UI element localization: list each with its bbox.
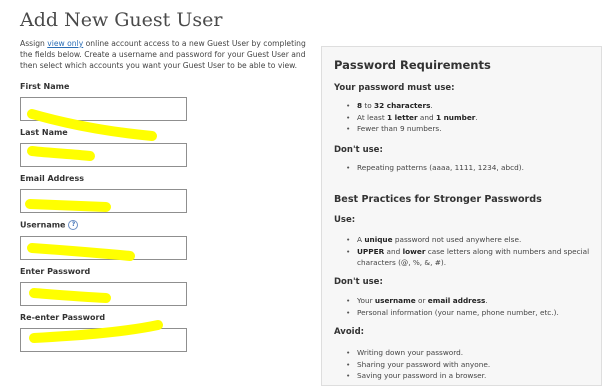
list-item: At least 1 letter and 1 number. — [346, 112, 596, 124]
username-label-text: Username — [20, 220, 66, 230]
best-use-list: A unique password not used anywhere else… — [346, 234, 596, 269]
list-item: Personal information (your name, phone n… — [346, 307, 596, 319]
list-item: Writing down your password. — [346, 347, 596, 359]
list-item: Repeating patterns (aaaa, 1111, 1234, ab… — [346, 162, 596, 174]
help-icon[interactable]: ? — [68, 220, 79, 230]
best-practices-heading: Best Practices for Stronger Passwords — [334, 194, 542, 205]
enter-password-input[interactable] — [20, 282, 187, 306]
avoid-list: Writing down your password. Sharing your… — [346, 347, 596, 382]
best-use-heading: Use: — [334, 215, 356, 225]
email-address-label: Email Address — [20, 174, 85, 183]
list-item: Your username or email address. — [346, 295, 596, 307]
intro-text: Assign view only online account access t… — [20, 39, 316, 71]
last-name-input[interactable] — [20, 143, 187, 167]
list-item: A unique password not used anywhere else… — [346, 234, 596, 246]
must-use-heading: Your password must use: — [334, 83, 455, 93]
list-item: 8 to 32 characters. — [346, 100, 596, 112]
view-only-link[interactable]: view only — [47, 39, 83, 48]
email-address-input[interactable] — [20, 189, 187, 213]
username-label: Username? — [20, 220, 79, 230]
must-use-list: 8 to 32 characters. At least 1 letter an… — [346, 100, 596, 135]
username-input[interactable] — [20, 236, 187, 260]
enter-password-label: Enter Password — [20, 267, 91, 276]
dont-use-heading: Don't use: — [334, 145, 383, 155]
list-item: UPPER and lower case letters along with … — [346, 246, 596, 269]
last-name-label: Last Name — [20, 128, 68, 137]
list-item: Sharing your password with anyone. — [346, 359, 596, 371]
page-title: Add New Guest User — [20, 9, 223, 31]
intro-text-before: Assign — [20, 39, 48, 48]
reenter-password-input[interactable] — [20, 328, 187, 352]
dont-use-list: Repeating patterns (aaaa, 1111, 1234, ab… — [346, 162, 596, 174]
first-name-input[interactable] — [20, 97, 187, 121]
list-item: Fewer than 9 numbers. — [346, 123, 596, 135]
first-name-label: First Name — [20, 82, 70, 91]
best-dont-use-list: Your username or email address. Personal… — [346, 295, 596, 318]
password-requirements-title: Password Requirements — [334, 58, 491, 72]
avoid-heading: Avoid: — [334, 327, 365, 337]
best-dont-use-heading: Don't use: — [334, 277, 383, 287]
reenter-password-label: Re-enter Password — [20, 313, 106, 322]
